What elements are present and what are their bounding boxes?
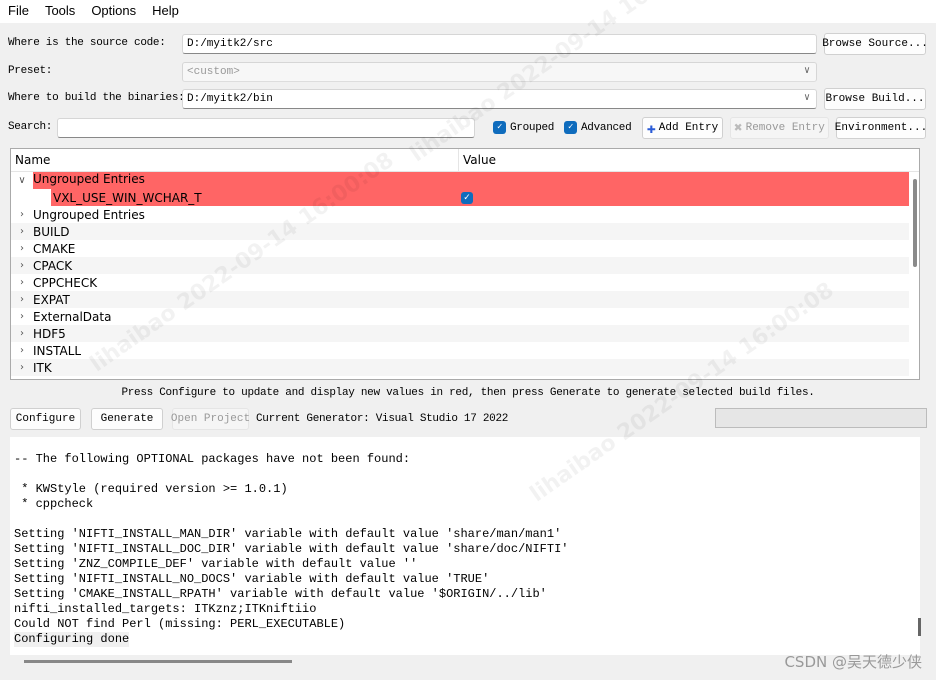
tree-group[interactable]: › BUILD [11,223,909,240]
chevron-right-icon: › [20,209,24,220]
csdn-watermark: CSDN @吴天德少侠 [784,653,922,671]
tree-group[interactable]: › CPACK [11,257,909,274]
open-project-button[interactable]: Open Project [171,408,250,430]
log-line: Configuring done [14,632,130,647]
group-label: BUILD [33,224,70,239]
preset-dropdown[interactable]: <custom> ∨ [182,62,817,82]
chevron-down-icon: ∨ [18,175,26,186]
chevron-right-icon: › [20,243,24,254]
group-label: HDF5 [33,326,66,341]
preset-value: <custom> [187,66,240,78]
generate-button[interactable]: Generate [91,408,163,430]
group-label: CPPCHECK [33,275,98,290]
entry-value-checkbox[interactable]: ✓ [461,191,473,204]
log-line: nifti_installed_targets: ITKznz;ITKnifti… [14,602,317,616]
log-line: Setting 'CMAKE_INSTALL_RPATH' variable w… [14,587,547,601]
menu-tools[interactable]: Tools [37,0,83,23]
tree-group[interactable]: › HDF5 [11,325,909,342]
build-dropdown[interactable]: D:/myitk2/bin ∨ [182,89,817,109]
group-label: INSTALL [33,343,82,358]
tree-group[interactable]: › ITK [11,359,909,376]
log-line: Could NOT find Perl (missing: PERL_EXECU… [14,617,346,631]
tree-group-expanded[interactable]: ∨ Ungrouped Entries [11,172,909,189]
source-input[interactable]: D:/myitk2/src [182,34,817,54]
remove-entry-label: Remove Entry [745,122,825,134]
chevron-right-icon: › [20,345,24,356]
log-line: Setting 'NIFTI_INSTALL_MAN_DIR' variable… [14,527,562,541]
group-label: ExternalData [33,309,112,324]
group-label: EXPAT [33,292,70,307]
tree-group[interactable]: › CMAKE [11,240,909,257]
progress-bar [715,408,927,428]
chevron-down-icon: ∨ [803,93,810,104]
remove-icon: ✖ [734,120,743,137]
output-vscrollbar[interactable] [918,618,921,636]
group-label: ITK [33,360,52,375]
menu-bar: File Tools Options Help [0,0,936,23]
cache-tree[interactable]: Name Value ∨ Ungrouped Entries VXL_USE_WI… [10,148,920,380]
remove-entry-button[interactable]: ✖ Remove Entry [730,117,829,139]
build-label: Where to build the binaries: [8,92,185,104]
advanced-label: Advanced [581,121,632,134]
group-label: Ungrouped Entries [33,172,909,189]
entry-name: VXL_USE_WIN_WCHAR_T [53,190,202,205]
tree-header: Name Value [11,149,919,172]
log-line: * KWStyle (required version >= 1.0.1) [14,482,288,496]
environment-button[interactable]: Environment... [835,117,927,139]
group-label: CPACK [33,258,73,273]
chevron-down-icon: ∨ [803,66,810,77]
tree-group[interactable]: › CPPCHECK [11,274,909,291]
chevron-right-icon: › [20,294,24,305]
chevron-right-icon: › [20,226,24,237]
grouped-checkbox[interactable]: ✓ Grouped [493,121,554,134]
search-label: Search: [8,121,53,133]
tree-group[interactable]: › ExternalData [11,308,909,325]
search-input[interactable] [57,118,475,138]
tree-entry[interactable]: VXL_USE_WIN_WCHAR_T ✓ [11,189,909,206]
tree-group[interactable]: › EXPAT [11,291,909,308]
chevron-right-icon: › [20,311,24,322]
log-line: * cppcheck [14,497,94,511]
add-entry-button[interactable]: ✚ Add Entry [642,117,723,139]
add-entry-label: Add Entry [658,122,719,134]
checkbox-checked-icon: ✓ [564,121,577,134]
watermark: lihaibao 2022-09-14 16:00:08 [405,0,719,168]
chevron-right-icon: › [20,362,24,373]
grouped-label: Grouped [510,121,555,134]
log-line: Setting 'NIFTI_INSTALL_NO_DOCS' variable… [14,572,490,586]
group-label: Ungrouped Entries [33,207,145,222]
column-value[interactable]: Value [459,149,500,171]
hint-text: Press Configure to update and display ne… [121,387,815,399]
advanced-checkbox[interactable]: ✓ Advanced [564,121,632,134]
chevron-right-icon: › [20,260,24,271]
output-log[interactable]: -- The following OPTIONAL packages have … [10,437,920,655]
current-generator: Current Generator: Visual Studio 17 2022 [256,413,509,425]
log-line: Setting 'NIFTI_INSTALL_DOC_DIR' variable… [14,542,569,556]
log-line: -- The following OPTIONAL packages have … [14,452,411,466]
plus-icon: ✚ [646,120,656,138]
checkbox-checked-icon: ✓ [493,121,506,134]
chevron-right-icon: › [20,277,24,288]
configure-button[interactable]: Configure [10,408,81,430]
browse-build-button[interactable]: Browse Build... [824,88,926,110]
menu-file[interactable]: File [0,0,37,23]
menu-help[interactable]: Help [144,0,187,23]
preset-label: Preset: [8,65,53,77]
tree-scrollbar[interactable] [913,179,917,267]
tree-group[interactable]: › INSTALL [11,342,909,359]
log-line: Setting 'ZNZ_COMPILE_DEF' variable with … [14,557,418,571]
column-name[interactable]: Name [11,149,459,171]
output-hscrollbar[interactable] [24,660,292,663]
group-label: CMAKE [33,241,76,256]
build-value: D:/myitk2/bin [187,93,273,105]
chevron-right-icon: › [20,328,24,339]
browse-source-button[interactable]: Browse Source... [822,33,928,55]
menu-options[interactable]: Options [83,0,144,23]
source-label: Where is the source code: [8,37,166,49]
tree-group[interactable]: › Ungrouped Entries [11,206,909,223]
